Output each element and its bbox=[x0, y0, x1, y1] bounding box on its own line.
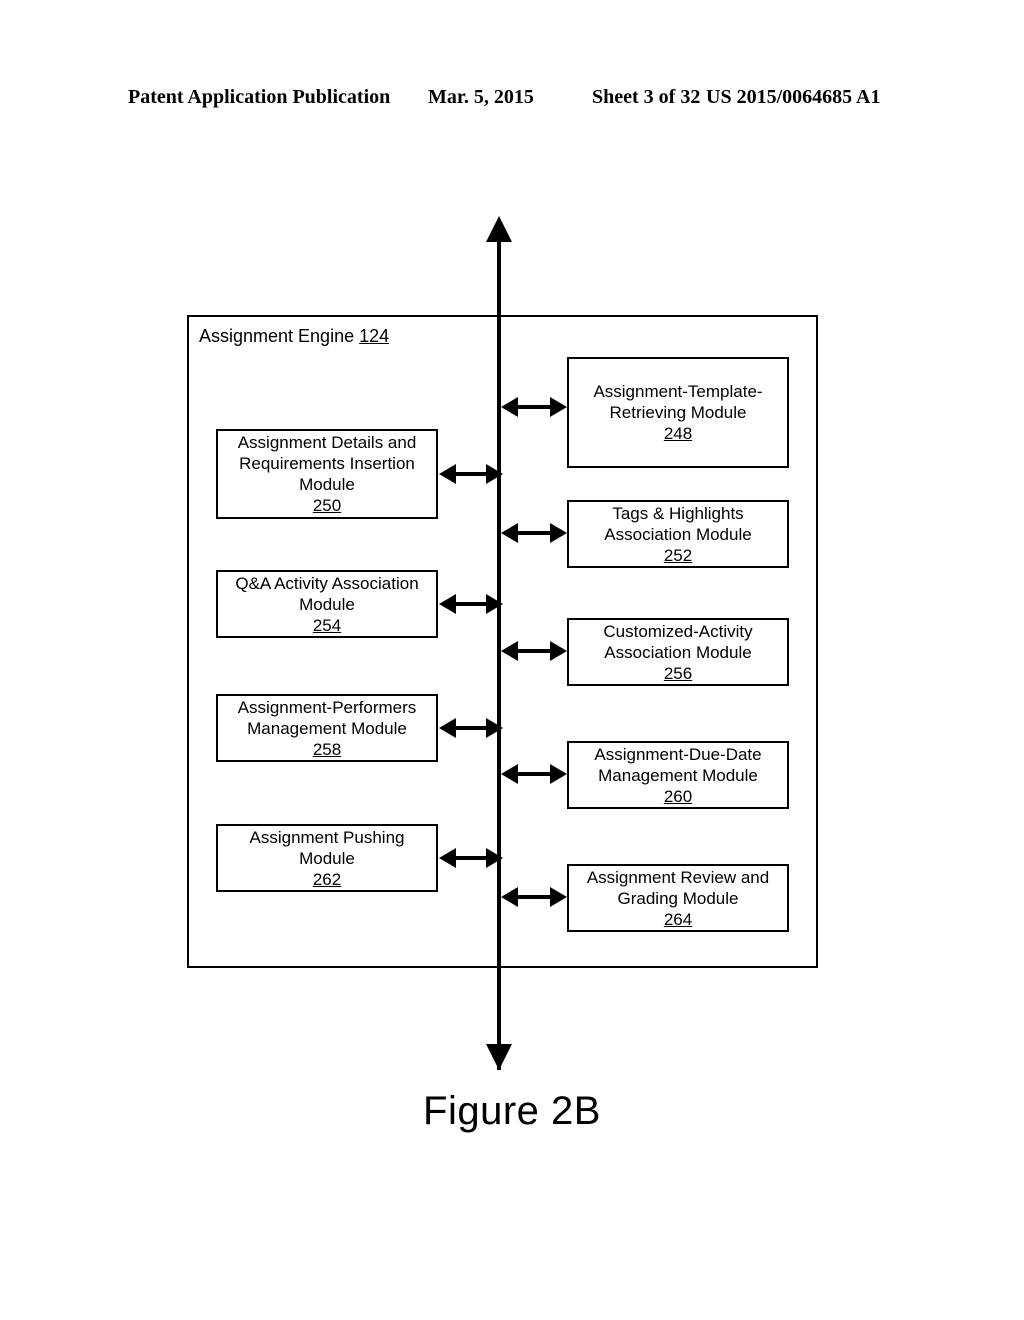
connector-performers-management-to-spine bbox=[439, 718, 503, 738]
assignment-template-retrieving-module[interactable]: Assignment-Template- Retrieving Module 2… bbox=[567, 357, 789, 468]
figure-caption: Figure 2B bbox=[423, 1089, 601, 1133]
module-ref: 258 bbox=[312, 739, 342, 759]
module-line: Customized-Activity bbox=[603, 621, 753, 641]
module-line: Module bbox=[299, 848, 355, 868]
module-line: Assignment Review and bbox=[586, 867, 770, 887]
module-line: Assignment Pushing bbox=[249, 827, 405, 847]
module-line: Assignment-Performers bbox=[237, 697, 417, 717]
module-line: Management Module bbox=[247, 718, 407, 738]
qa-activity-association-module[interactable]: Q&A Activity Association Module 254 bbox=[216, 570, 438, 638]
module-line: Grading Module bbox=[617, 888, 739, 908]
module-ref: 252 bbox=[663, 545, 693, 565]
customized-activity-association-module[interactable]: Customized-Activity Association Module 2… bbox=[567, 618, 789, 686]
module-ref: 264 bbox=[663, 909, 693, 929]
module-line: Module bbox=[299, 475, 355, 494]
module-line: Management Module bbox=[598, 765, 758, 785]
module-line: Association Module bbox=[604, 642, 752, 662]
connector-qa-activity-to-spine bbox=[439, 594, 503, 614]
module-ref: 260 bbox=[663, 786, 693, 806]
connector-details-insertion-to-spine bbox=[439, 464, 503, 484]
connector-spine-to-template-retrieving bbox=[501, 397, 567, 417]
connector-spine-to-tags-highlights bbox=[501, 523, 567, 543]
assignment-details-requirements-insertion-module[interactable]: Assignment Details and Requirements Inse… bbox=[216, 429, 438, 519]
module-ref: 256 bbox=[663, 663, 693, 683]
module-line: Requirements Insertion bbox=[239, 454, 415, 473]
assignment-performers-management-module[interactable]: Assignment-Performers Management Module … bbox=[216, 694, 438, 762]
assignment-engine-title-text: Assignment Engine bbox=[199, 326, 355, 346]
assignment-review-grading-module[interactable]: Assignment Review and Grading Module 264 bbox=[567, 864, 789, 932]
module-line: Q&A Activity Association bbox=[235, 573, 419, 593]
module-line: Assignment Details and bbox=[237, 433, 417, 452]
connector-spine-to-due-date bbox=[501, 764, 567, 784]
assignment-engine-ref: 124 bbox=[359, 326, 390, 346]
module-line: Assignment-Due-Date bbox=[594, 744, 762, 764]
module-ref: 262 bbox=[312, 869, 342, 889]
connector-spine-to-review-grading bbox=[501, 887, 567, 907]
module-ref: 248 bbox=[663, 424, 693, 443]
module-line: Tags & Highlights bbox=[612, 503, 744, 523]
spine-arrow-down-icon bbox=[486, 1044, 512, 1070]
module-line: Assignment-Template- bbox=[593, 382, 763, 401]
module-line: Module bbox=[299, 594, 355, 614]
module-ref: 250 bbox=[312, 496, 342, 515]
assignment-engine-title: Assignment Engine 124 bbox=[199, 325, 389, 347]
module-line: Retrieving Module bbox=[609, 403, 747, 422]
module-line: Association Module bbox=[604, 524, 752, 544]
connector-pushing-to-spine bbox=[439, 848, 503, 868]
assignment-due-date-management-module[interactable]: Assignment-Due-Date Management Module 26… bbox=[567, 741, 789, 809]
connector-spine-to-customized-activity bbox=[501, 641, 567, 661]
tags-highlights-association-module[interactable]: Tags & Highlights Association Module 252 bbox=[567, 500, 789, 568]
module-ref: 254 bbox=[312, 615, 342, 635]
assignment-pushing-module[interactable]: Assignment Pushing Module 262 bbox=[216, 824, 438, 892]
